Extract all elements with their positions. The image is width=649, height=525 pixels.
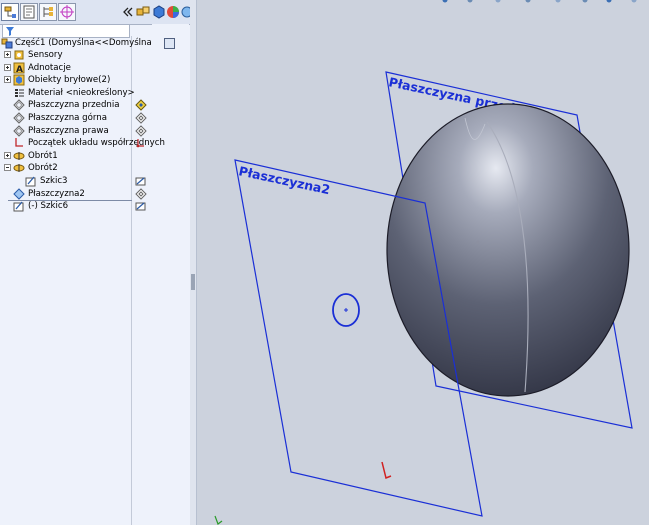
revolved-sphere[interactable] (386, 103, 630, 397)
origin-icon (13, 137, 25, 149)
plane2-label: Płaszczyzna2 (237, 163, 331, 197)
dimxpert-tab[interactable] (58, 3, 76, 21)
property-manager-tab[interactable] (20, 3, 38, 21)
double-chevron-left-icon (123, 7, 133, 17)
tree-root[interactable]: Część1 (Domyślna<<Domyślna (0, 37, 152, 49)
plane-selected-icon (13, 187, 25, 200)
feature-manager-tab[interactable] (1, 3, 19, 21)
sensors-icon (13, 49, 25, 61)
plane-icon (13, 99, 25, 112)
display-pane (152, 24, 189, 525)
solid-bodies-icon (13, 74, 25, 86)
tree-item-label: Płaszczyzna przednia (28, 100, 120, 111)
plane-outline-icon (135, 187, 147, 200)
sketch-icon (25, 175, 37, 187)
tree-item-płaszczyzna2[interactable]: Płaszczyzna2 (0, 187, 150, 200)
tree-item-obrót1[interactable]: Obrót1 (0, 150, 150, 162)
material-icon (13, 87, 25, 99)
tree-item-materiał-nieokreślony-[interactable]: Materiał <nieokreślony> (0, 87, 150, 99)
tree-item-początek-układu-współrzędnych[interactable]: Początek układu współrzędnych (0, 137, 165, 149)
tree-item-label: Adnotacje (28, 62, 71, 73)
plane-icon (13, 124, 25, 137)
sketch-icon (13, 200, 25, 212)
sketch-icon (135, 175, 147, 187)
feature-manager-panel: Część1 (Domyślna<<Domyślna Sensory A Adnot… (0, 0, 193, 525)
configuration-manager-tab[interactable] (39, 3, 57, 21)
part-icon (1, 37, 13, 49)
tree-item-label: Sensory (28, 50, 63, 60)
annotations-icon: A (13, 62, 25, 74)
sketch-icon (135, 200, 147, 212)
sketch-circle[interactable] (332, 293, 360, 327)
tree-item-label: Płaszczyzna2 (28, 188, 85, 199)
expand-icon[interactable] (4, 63, 11, 71)
plane-icon (13, 112, 25, 124)
expand-icon[interactable] (4, 76, 11, 84)
tree-item-obrót2[interactable]: Obrót2 (0, 162, 150, 174)
display-pane-toggle[interactable] (164, 38, 175, 49)
tree-item--szkic6[interactable]: (-) Szkic6 (0, 200, 150, 212)
splitter-grip-icon[interactable] (191, 274, 195, 290)
tree-item-płaszczyzna-prawa[interactable]: Płaszczyzna prawa (0, 124, 150, 137)
tree-item-label: Płaszczyzna górna (28, 113, 107, 123)
panel-tabs (0, 0, 193, 25)
tree-item-adnotacje[interactable]: A Adnotacje (0, 62, 150, 74)
tree-item-płaszczyzna-przednia[interactable]: Płaszczyzna przednia (0, 99, 150, 112)
tree-item-obiekty-bryłowe-2-[interactable]: Obiekty bryłowe(2) (0, 74, 150, 86)
tree-item-label: Materiał <nieokreślony> (28, 87, 135, 98)
rollback-bar[interactable] (8, 200, 132, 201)
tree-item-label: Szkic3 (40, 176, 68, 186)
expand-icon[interactable] (4, 51, 11, 58)
expand-icon[interactable] (4, 151, 11, 159)
collapse-icon[interactable] (4, 164, 11, 172)
collapse-panel-button[interactable] (119, 4, 135, 20)
tree-item-label: Obiekty bryłowe(2) (28, 75, 111, 86)
display-states-button[interactable] (135, 4, 151, 20)
tree-item-szkic3[interactable]: Szkic3 (0, 175, 150, 187)
tree-item-label: Obrót1 (28, 150, 58, 161)
tree-item-sensory[interactable]: Sensory (0, 49, 150, 61)
display-states-icon (136, 6, 150, 16)
origin-icon (135, 137, 147, 149)
revolve-icon (13, 150, 25, 162)
filter-input[interactable] (2, 24, 130, 38)
view-triad-icon (214, 515, 223, 525)
svg-text:A: A (16, 65, 23, 74)
filter-icon (6, 27, 14, 36)
view-toolbar[interactable] (442, 0, 637, 3)
graphics-viewport[interactable]: Płaszczyzna przednia Płaszczyzna2 (197, 0, 649, 525)
revolve-icon (13, 162, 25, 174)
plane-outline-icon (135, 112, 147, 124)
origin-icon (381, 461, 392, 480)
plane-outline-icon (135, 124, 147, 137)
tree-item-płaszczyzna-górna[interactable]: Płaszczyzna górna (0, 112, 150, 124)
configuration-icon (43, 7, 53, 17)
feature-tree-icon (4, 6, 16, 18)
visibility-icon (135, 99, 147, 112)
tree-item-label: Płaszczyzna prawa (28, 125, 109, 136)
dimxpert-icon (60, 5, 74, 19)
property-icon (23, 5, 35, 19)
panel-splitter[interactable] (190, 0, 197, 525)
tree-item-label: (-) Szkic6 (28, 201, 69, 212)
tree-root-label: Część1 (Domyślna<<Domyślna (15, 38, 152, 48)
tree-item-label: Obrót2 (28, 163, 58, 174)
